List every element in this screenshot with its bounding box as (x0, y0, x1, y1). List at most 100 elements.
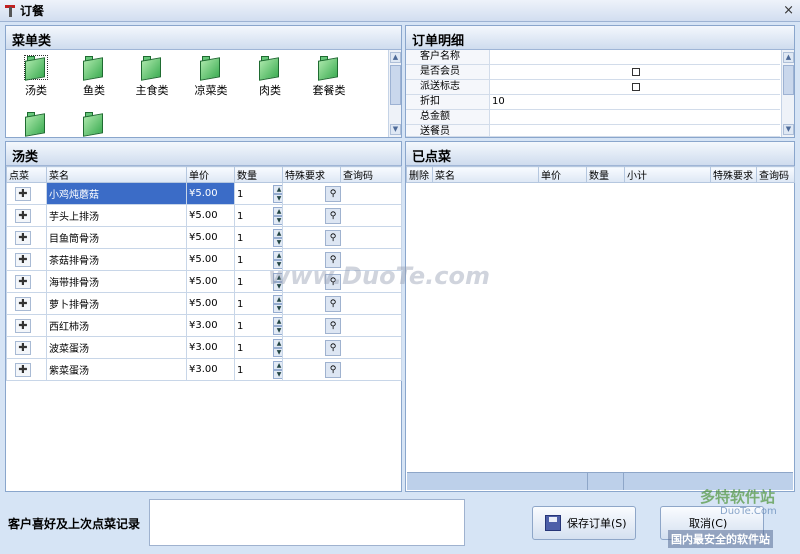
add-dish-icon[interactable]: ✚ (15, 362, 31, 377)
qty-stepper[interactable]: ▲ ▼ (273, 294, 282, 313)
col-header[interactable]: 单价 (538, 166, 587, 183)
scroll-thumb[interactable] (783, 65, 794, 95)
order-detail-scrollbar[interactable]: ▲ ▼ (781, 50, 794, 137)
folder-icon (259, 56, 281, 81)
dish-panel-title: 汤类 (6, 142, 401, 166)
category-label: 汤类 (25, 84, 47, 97)
scroll-up-icon[interactable]: ▲ (390, 52, 401, 63)
add-dish-icon[interactable]: ✚ (15, 340, 31, 355)
qty-value[interactable]: 1 (237, 321, 271, 332)
category-cold-dish[interactable]: 凉菜类 (183, 56, 239, 98)
table-row[interactable]: ✚ 芋头上排汤 ¥5.00 1 ▲ ▼ ⚲ (6, 204, 402, 227)
field-row: 客户名称 (406, 50, 780, 65)
category-meat[interactable]: 肉类 (242, 56, 298, 98)
col-header[interactable]: 小计 (624, 166, 711, 183)
qty-stepper[interactable]: ▲ ▼ (273, 184, 282, 203)
close-icon[interactable]: × (783, 3, 794, 18)
customer-name-field[interactable] (490, 50, 780, 64)
dish-name: 西红柿汤 (46, 314, 187, 337)
qty-value[interactable]: 1 (237, 343, 271, 354)
total-amount-field[interactable] (490, 110, 780, 124)
special-request-cell[interactable]: ⚲ (282, 204, 402, 227)
qty-stepper[interactable]: ▲ ▼ (273, 338, 282, 357)
menu-category-scrollbar[interactable]: ▲ ▼ (388, 50, 401, 137)
add-dish-icon[interactable]: ✚ (15, 296, 31, 311)
binoculars-icon[interactable]: ⚲ (325, 207, 341, 224)
qty-value[interactable]: 1 (237, 277, 271, 288)
col-header[interactable]: 查询码 (340, 166, 402, 183)
category-item[interactable] (66, 112, 122, 138)
category-set-meal[interactable]: 套餐类 (301, 56, 357, 98)
qty-stepper[interactable]: ▲ ▼ (273, 360, 282, 379)
history-textarea[interactable] (149, 499, 465, 546)
add-dish-icon[interactable]: ✚ (15, 274, 31, 289)
qty-value[interactable]: 1 (237, 189, 271, 200)
qty-value[interactable]: 1 (237, 299, 271, 310)
field-label: 总金额 (406, 110, 490, 124)
qty-stepper[interactable]: ▲ ▼ (273, 206, 282, 225)
qty-cell: 1 ▲ ▼ (234, 226, 283, 249)
scroll-down-icon[interactable]: ▼ (783, 124, 794, 135)
col-header[interactable]: 特殊要求 (710, 166, 757, 183)
special-request-cell[interactable]: ⚲ (282, 336, 402, 359)
col-header[interactable]: 特殊要求 (282, 166, 341, 183)
add-dish-icon[interactable]: ✚ (15, 252, 31, 267)
col-header[interactable]: 删除 (406, 166, 433, 183)
qty-stepper[interactable]: ▲ ▼ (273, 316, 282, 335)
delivery-checkbox[interactable] (632, 83, 640, 91)
col-header[interactable]: 数量 (586, 166, 625, 183)
binoculars-icon[interactable]: ⚲ (325, 361, 341, 378)
qty-value[interactable]: 1 (237, 365, 271, 376)
category-fish[interactable]: 鱼类 (66, 56, 122, 98)
table-row[interactable]: ✚ 萝卜排骨汤 ¥5.00 1 ▲ ▼ ⚲ (6, 292, 402, 315)
category-item[interactable] (8, 112, 64, 138)
scroll-up-icon[interactable]: ▲ (783, 52, 794, 63)
table-row[interactable]: ✚ 目鱼筒骨汤 ¥5.00 1 ▲ ▼ ⚲ (6, 226, 402, 249)
folder-icon (24, 55, 48, 81)
add-dish-icon[interactable]: ✚ (15, 230, 31, 245)
category-staple[interactable]: 主食类 (124, 56, 180, 98)
qty-stepper[interactable]: ▲ ▼ (273, 228, 282, 247)
add-dish-icon[interactable]: ✚ (15, 186, 31, 201)
table-row[interactable]: ✚ 紫菜蛋汤 ¥3.00 1 ▲ ▼ ⚲ (6, 358, 402, 381)
discount-field[interactable]: 10 (490, 95, 780, 109)
dish-name: 紫菜蛋汤 (46, 358, 187, 381)
binoculars-icon[interactable]: ⚲ (325, 185, 341, 202)
special-request-cell[interactable]: ⚲ (282, 292, 402, 315)
special-request-cell[interactable]: ⚲ (282, 314, 402, 337)
folder-icon (83, 112, 105, 137)
scroll-thumb[interactable] (390, 65, 401, 105)
field-row: 折扣 10 (406, 95, 780, 110)
qty-value[interactable]: 1 (237, 255, 271, 266)
binoculars-icon[interactable]: ⚲ (325, 317, 341, 334)
binoculars-icon[interactable]: ⚲ (325, 295, 341, 312)
col-header[interactable]: 点菜 (6, 166, 47, 183)
table-row[interactable]: ✚ 波菜蛋汤 ¥3.00 1 ▲ ▼ ⚲ (6, 336, 402, 359)
is-member-checkbox[interactable] (632, 68, 640, 76)
category-label: 鱼类 (83, 84, 105, 97)
category-soup[interactable]: 汤类 (8, 55, 64, 98)
binoculars-icon[interactable]: ⚲ (325, 229, 341, 246)
deliverer-field[interactable] (490, 125, 780, 136)
col-header[interactable]: 菜名 (432, 166, 539, 183)
col-header[interactable]: 单价 (186, 166, 235, 183)
col-header[interactable]: 菜名 (46, 166, 187, 183)
order-detail-panel: 订单明细 客户名称 是否会员 派送标志 折扣 10 总金额 送餐员 ▲ ▼ (405, 25, 795, 138)
add-dish-icon[interactable]: ✚ (15, 318, 31, 333)
scroll-down-icon[interactable]: ▼ (390, 124, 401, 135)
dish-name: 海带排骨汤 (46, 270, 187, 293)
table-row[interactable]: ✚ 西红柿汤 ¥3.00 1 ▲ ▼ ⚲ (6, 314, 402, 337)
qty-value[interactable]: 1 (237, 211, 271, 222)
special-request-cell[interactable]: ⚲ (282, 182, 402, 205)
add-dish-icon[interactable]: ✚ (15, 208, 31, 223)
special-request-cell[interactable]: ⚲ (282, 358, 402, 381)
col-header[interactable]: 数量 (234, 166, 283, 183)
category-label: 凉菜类 (194, 84, 228, 97)
save-order-button[interactable]: 保存订单(S) (532, 506, 636, 540)
special-request-cell[interactable]: ⚲ (282, 226, 402, 249)
qty-value[interactable]: 1 (237, 233, 271, 244)
col-header[interactable]: 查询码 (756, 166, 795, 183)
table-row[interactable]: ✚ 小鸡炖蘑菇 ¥5.00 1 ▲ ▼ ⚲ (6, 182, 402, 205)
binoculars-icon[interactable]: ⚲ (325, 339, 341, 356)
field-row: 送餐员 (406, 125, 780, 137)
